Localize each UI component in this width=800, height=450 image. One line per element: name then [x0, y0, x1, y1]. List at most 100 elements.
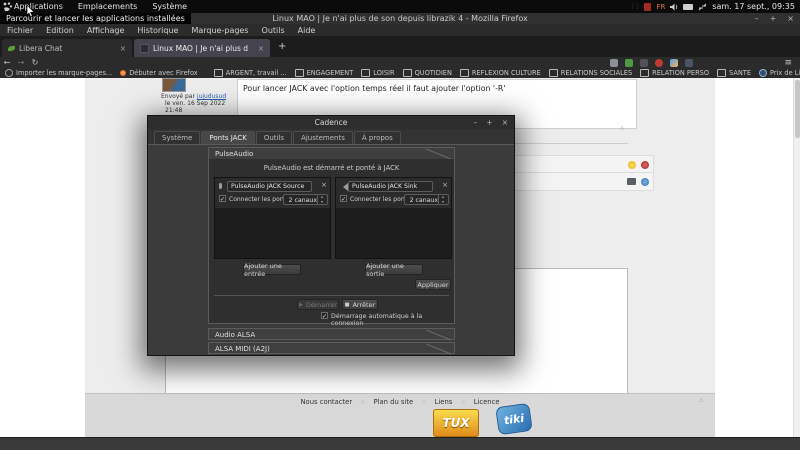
menu-affichage[interactable]: Affichage	[87, 26, 125, 35]
sink-name-field[interactable]: PulseAudio JACK Sink	[348, 181, 433, 192]
tab-close-icon[interactable]: ×	[120, 44, 126, 53]
reload-icon[interactable]: ↻	[28, 58, 42, 67]
footer-link-licence[interactable]: Licence	[474, 398, 500, 406]
apply-button[interactable]: Appliquer	[415, 279, 451, 290]
menu-marque-pages[interactable]: Marque-pages	[191, 26, 248, 35]
bookmark-folder-reflexion[interactable]: REFLEXION CULTURE	[460, 69, 541, 77]
tab-label: Linux MAO | Je n'ai plus d	[153, 44, 254, 53]
back-to-top-icon[interactable]: △	[699, 397, 703, 403]
bookmark-folder-relations[interactable]: RELATIONS SOCIALES	[549, 69, 632, 77]
maximize-button[interactable]: +	[770, 14, 777, 23]
source-name-field[interactable]: PulseAudio JACK Source	[227, 181, 312, 192]
menu-historique[interactable]: Historique	[137, 26, 178, 35]
add-output-button[interactable]: Ajouter une sortie	[365, 264, 423, 275]
bookmarks-toolbar: Importer les marque-pages... Débuter ave…	[0, 68, 800, 78]
spin-down-icon[interactable]: ▾	[442, 199, 444, 204]
tiki-logo[interactable]: tiki	[495, 403, 533, 435]
menu-outils[interactable]: Outils	[262, 26, 285, 35]
footer-link-liens[interactable]: Liens	[435, 398, 453, 406]
sink-channels-spinner[interactable]: 2 canaux ▴▾	[404, 194, 449, 205]
forward-icon[interactable]: →	[14, 58, 28, 67]
network-icon[interactable]	[698, 3, 707, 11]
extension-capture-icon[interactable]	[685, 59, 693, 67]
new-tab-button[interactable]: +	[278, 41, 286, 52]
section-pulseaudio[interactable]: PulseAudio	[208, 147, 455, 159]
bookmark-folder-engagement[interactable]: ENGAGEMENT	[295, 69, 354, 77]
bookmark-import[interactable]: Importer les marque-pages...	[5, 69, 112, 77]
source-connect-checkbox[interactable]: ✓	[219, 195, 226, 203]
desktop-bottom-panel[interactable]	[0, 437, 800, 450]
volume-icon[interactable]	[670, 3, 678, 11]
minimize-button[interactable]: –	[755, 14, 759, 23]
linuxmao-favicon	[140, 44, 149, 53]
page-scrollbar[interactable]	[793, 78, 800, 437]
applications-menu-icon[interactable]	[3, 2, 12, 11]
menu-aide[interactable]: Aide	[298, 26, 316, 35]
keyboard-layout-indicator[interactable]: FR	[656, 3, 665, 11]
menu-applications[interactable]: Applications	[14, 2, 63, 11]
bookmark-folder-sante[interactable]: SANTE	[717, 69, 751, 77]
section-label: PulseAudio	[215, 150, 253, 158]
bookmark-prix-litterature[interactable]: Prix de Littérature Polic...	[759, 69, 800, 77]
menu-edition[interactable]: Edition	[46, 26, 74, 35]
hamburger-menu-icon[interactable]: ≡	[784, 58, 792, 68]
clock[interactable]: sam. 17 sept., 09:35	[712, 2, 795, 11]
section-audio-alsa[interactable]: Audio ALSA	[208, 328, 455, 340]
report-icon[interactable]	[641, 161, 649, 169]
tab-systeme[interactable]: Système	[154, 131, 200, 144]
stop-button[interactable]: ■ Arrêter	[342, 299, 378, 310]
start-button[interactable]: ▶ Démarrer	[297, 299, 339, 310]
menu-systeme[interactable]: Système	[152, 2, 187, 11]
tab-outils[interactable]: Outils	[256, 131, 292, 144]
tray-reader-icon[interactable]	[644, 3, 651, 11]
bookmark-folder-quotidien[interactable]: QUOTIDIEN	[403, 69, 452, 77]
extension-color-icon[interactable]	[670, 59, 678, 67]
sink-connect-checkbox[interactable]: ✓	[340, 195, 347, 203]
footer-link-contact[interactable]: Nous contacter	[300, 398, 352, 406]
bookmark-debuter[interactable]: Débuter avec Firefox	[120, 69, 198, 77]
tab-libera-chat[interactable]: Libera Chat ×	[2, 39, 132, 57]
scrollbar-thumb[interactable]	[795, 80, 800, 138]
bookmark-folder-relation-perso[interactable]: RELATION PERSO	[640, 69, 709, 77]
extension-green-icon[interactable]	[625, 59, 633, 67]
maximize-button[interactable]: +	[486, 118, 492, 127]
source-channels-spinner[interactable]: 2 canaux ▴▾	[283, 194, 328, 205]
extension-shield-icon[interactable]	[610, 59, 618, 67]
remove-source-icon[interactable]: ×	[321, 181, 327, 189]
print-icon[interactable]	[627, 178, 636, 185]
tab-linux-mao[interactable]: Linux MAO | Je n'ai plus d ×	[134, 39, 270, 57]
site-footer: Nous contacter ☆ Plan du site ☆ Liens ☆ …	[85, 393, 715, 438]
cadence-titlebar[interactable]: Cadence – + ×	[148, 116, 514, 130]
spin-down-icon[interactable]: ▾	[321, 199, 323, 204]
minimize-button[interactable]: –	[474, 118, 478, 127]
tab-a-propos[interactable]: À propos	[354, 131, 401, 144]
tab-ponts-jack[interactable]: Ponts JACK	[201, 131, 254, 144]
autostart-checkbox[interactable]: ✓	[321, 312, 328, 320]
tab-ajustements[interactable]: Ajustements	[293, 131, 353, 144]
add-input-button[interactable]: Ajouter une entrée	[243, 264, 301, 275]
section-alsa-midi[interactable]: ALSA MIDI (A2J)	[208, 342, 455, 354]
cadence-tabbar: Système Ponts JACK Outils Ajustements À …	[148, 129, 514, 145]
extension-red-icon[interactable]	[655, 59, 663, 67]
smiley-icon[interactable]	[628, 161, 636, 169]
menu-emplacements[interactable]: Emplacements	[78, 2, 137, 11]
battery-icon[interactable]	[683, 4, 693, 10]
menu-fichier[interactable]: Fichier	[7, 26, 33, 35]
bookmark-folder-argent[interactable]: ARGENT, travail ...	[214, 69, 287, 77]
bookmark-folder-loisir[interactable]: LOISIR	[361, 69, 394, 77]
sort-icon[interactable]: △	[620, 125, 624, 131]
remove-sink-icon[interactable]: ×	[442, 181, 448, 189]
post-author-link[interactable]: jujudusud	[197, 93, 226, 100]
extension-dark-icon[interactable]	[640, 59, 648, 67]
stop-icon: ■	[345, 302, 350, 308]
speaker-icon	[339, 183, 348, 193]
close-button[interactable]: ×	[502, 118, 508, 127]
bookmark-label: REFLEXION CULTURE	[472, 69, 541, 77]
close-button[interactable]: ×	[787, 14, 794, 23]
help-icon[interactable]	[641, 178, 649, 186]
footer-link-sitemap[interactable]: Plan du site	[374, 398, 414, 406]
folder-icon	[214, 69, 223, 77]
back-icon[interactable]: ←	[0, 58, 14, 67]
tab-close-icon[interactable]: ×	[258, 44, 264, 53]
tux-family-logo[interactable]: TUX	[433, 409, 479, 437]
